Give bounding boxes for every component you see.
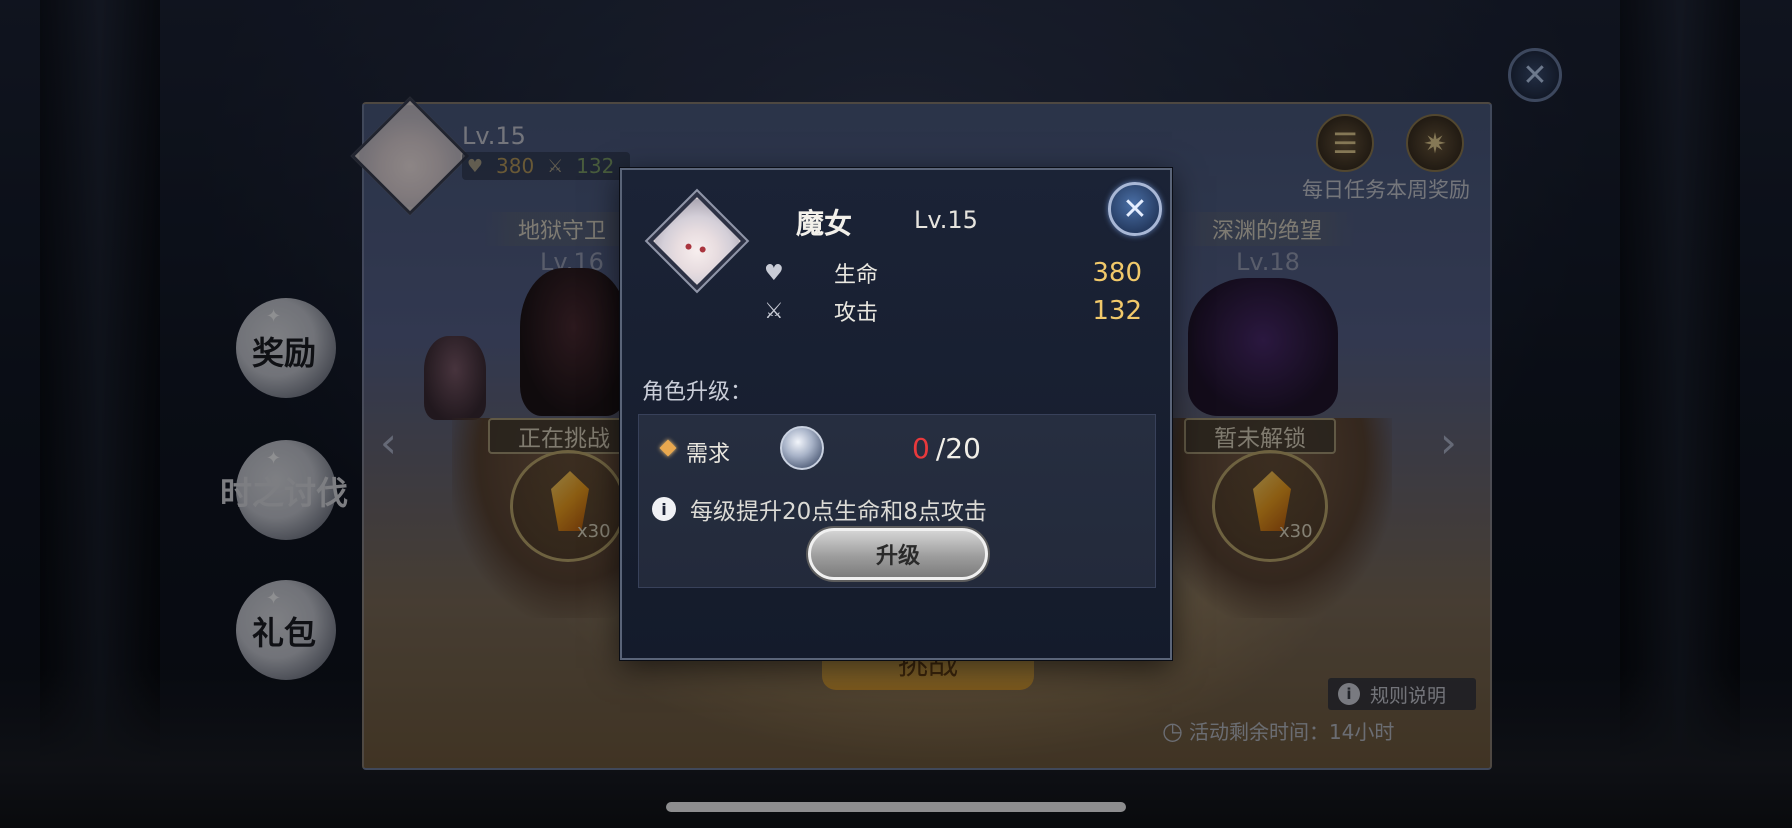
stat-label: 生命 <box>834 263 879 288</box>
upgrade-info-text: 每级提升20点生命和8点攻击 <box>690 499 987 525</box>
upgrade-orb-icon[interactable] <box>780 426 824 470</box>
sword-icon: ⚔ <box>764 298 784 324</box>
heart-icon: ♥ <box>764 260 784 286</box>
character-level: Lv.15 <box>914 206 978 234</box>
requirement-count: 0 /20 <box>912 432 981 465</box>
requirement-label: 需求 <box>686 442 731 467</box>
stat-label: 攻击 <box>834 301 879 326</box>
home-indicator[interactable] <box>666 802 1126 812</box>
info-icon: i <box>652 497 676 521</box>
stat-value: 132 <box>1092 296 1142 326</box>
upgrade-button[interactable]: 升级 <box>808 528 988 580</box>
close-icon: ✕ <box>1122 191 1148 227</box>
character-name: 魔女 <box>796 207 853 240</box>
stat-value: 380 <box>1092 258 1142 288</box>
requirement-have: 0 <box>912 432 930 465</box>
section-title: 角色升级： <box>642 380 753 405</box>
stat-row-hp: ♥ 生命 380 <box>764 256 1142 290</box>
requirement-need: /20 <box>935 432 981 465</box>
stat-row-atk: ⚔ 攻击 132 <box>764 294 1142 328</box>
dialog-close-button[interactable]: ✕ <box>1108 182 1162 236</box>
upgrade-info: i 每级提升20点生命和8点攻击 <box>652 492 987 526</box>
